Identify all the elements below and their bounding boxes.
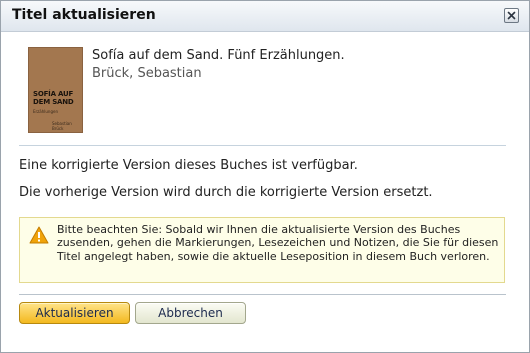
update-available-message: Eine korrigierte Version dieses Buches i…: [19, 158, 358, 173]
book-title: Sofía auf dem Sand. Fünf Erzählungen.: [92, 48, 345, 63]
cover-subtitle: Erzählungen: [33, 109, 58, 114]
warning-text: Bitte beachten Sie: Sobald wir Ihnen die…: [57, 223, 499, 263]
divider: [19, 294, 506, 295]
update-title-dialog: Titel aktualisieren SOFÍA AUF DEM SAND E…: [0, 0, 530, 353]
warning-box: Bitte beachten Sie: Sobald wir Ihnen die…: [19, 217, 505, 283]
close-icon: [507, 11, 516, 20]
cover-author: Sebastian Brück: [52, 121, 72, 131]
dialog-title: Titel aktualisieren: [12, 7, 156, 23]
warning-icon: [29, 226, 49, 244]
book-cover: SOFÍA AUF DEM SAND Erzählungen Sebastian…: [29, 48, 82, 132]
book-author: Brück, Sebastian: [92, 66, 202, 81]
cover-title: SOFÍA AUF DEM SAND: [33, 90, 74, 106]
update-button[interactable]: Aktualisieren: [19, 302, 130, 324]
close-button[interactable]: [504, 8, 519, 23]
divider: [19, 145, 506, 146]
dialog-titlebar: Titel aktualisieren: [1, 1, 529, 32]
cancel-button[interactable]: Abbrechen: [135, 302, 246, 324]
replace-version-message: Die vorherige Version wird durch die kor…: [19, 185, 433, 200]
